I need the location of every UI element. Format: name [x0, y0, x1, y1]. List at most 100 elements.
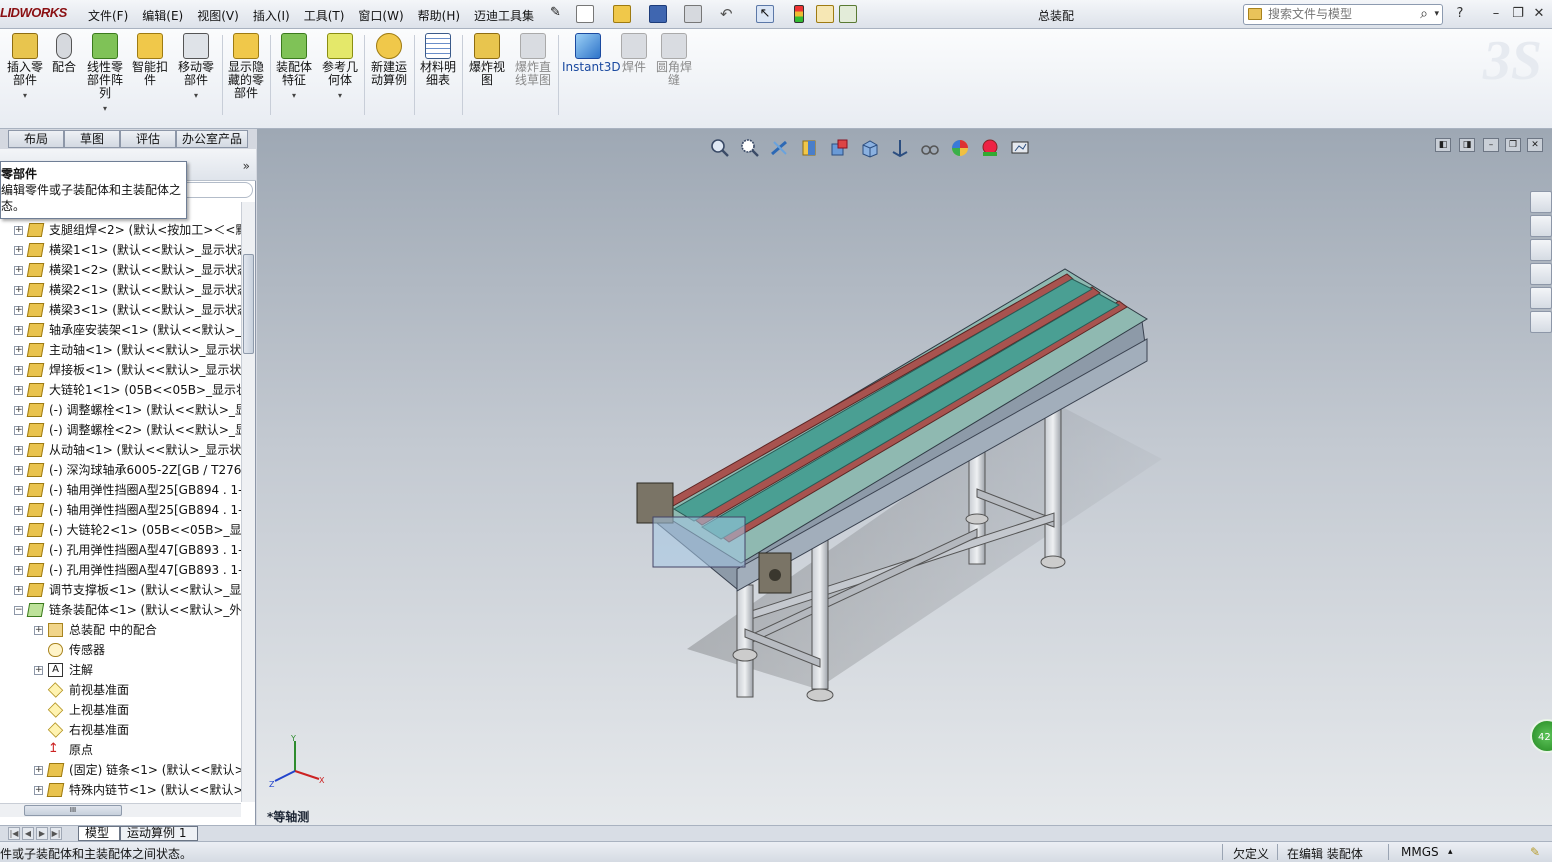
- tree-horizontal-scrollbar[interactable]: III: [0, 803, 241, 817]
- search-icon[interactable]: ⌕: [1420, 6, 1428, 22]
- expand-icon[interactable]: +: [14, 366, 23, 375]
- tree-item[interactable]: + (固定) 链条<1> (默认<<默认>_: [0, 760, 241, 780]
- tree-item[interactable]: + (-) 调整螺栓<1> (默认<<默认>_显: [0, 400, 241, 420]
- tree-item[interactable]: + (-) 轴用弹性挡圈A型25[GB894 . 1-: [0, 480, 241, 500]
- tab-last-icon[interactable]: ▶|: [50, 827, 62, 840]
- options-icon[interactable]: [839, 5, 857, 23]
- tree-item[interactable]: + 大链轮1<1> (05B<<05B>_显示状态: [0, 380, 241, 400]
- tree-item[interactable]: + A 注解: [0, 660, 241, 680]
- expand-icon[interactable]: +: [34, 666, 43, 675]
- expand-icon[interactable]: +: [14, 286, 23, 295]
- tree-item[interactable]: + 焊接板<1> (默认<<默认>_显示状态: [0, 360, 241, 380]
- undo-icon[interactable]: ↶: [720, 5, 738, 23]
- tree-item[interactable]: + 横梁2<1> (默认<<默认>_显示状态: [0, 280, 241, 300]
- expand-icon[interactable]: +: [14, 486, 23, 495]
- expand-icon[interactable]: +: [14, 226, 23, 235]
- exploded-view-button[interactable]: 爆炸视图: [466, 33, 508, 87]
- menu-file[interactable]: 文件(F): [88, 7, 128, 24]
- smart-fasteners-button[interactable]: 智能扣件: [132, 33, 168, 87]
- tab-first-icon[interactable]: |◀: [8, 827, 20, 840]
- linear-pattern-button[interactable]: 线性零部件阵列 ▾: [86, 33, 124, 115]
- tree-item[interactable]: + 调节支撑板<1> (默认<<默认>_显示: [0, 580, 241, 600]
- tree-item[interactable]: ↥ 原点: [0, 740, 241, 760]
- close-button[interactable]: ✕: [1530, 5, 1548, 23]
- expand-icon[interactable]: +: [14, 546, 23, 555]
- minimize-button[interactable]: –: [1487, 5, 1505, 23]
- mate-button[interactable]: 配合: [50, 33, 78, 74]
- expand-icon[interactable]: +: [14, 406, 23, 415]
- scrollbar-thumb[interactable]: [243, 254, 254, 354]
- tree-item[interactable]: + (-) 孔用弹性挡圈A型47[GB893 . 1-: [0, 560, 241, 580]
- tab-prev-icon[interactable]: ◀: [22, 827, 34, 840]
- tree-item[interactable]: + 横梁1<2> (默认<<默认>_显示状态: [0, 260, 241, 280]
- tab-office-products[interactable]: 办公室产品: [176, 130, 248, 148]
- tab-evaluate[interactable]: 评估: [120, 130, 176, 148]
- menu-help[interactable]: 帮助(H): [418, 7, 460, 24]
- search-input[interactable]: [1268, 7, 1418, 21]
- tree-item[interactable]: + (-) 轴用弹性挡圈A型25[GB894 . 1-: [0, 500, 241, 520]
- conveyor-3d-model[interactable]: [257, 129, 1552, 825]
- assembly-features-button[interactable]: 装配体特征 ▾: [274, 33, 314, 102]
- new-document-icon[interactable]: [576, 5, 594, 23]
- tab-layout[interactable]: 布局: [8, 130, 64, 148]
- menu-maidi-tools[interactable]: 迈迪工具集: [474, 7, 534, 24]
- menu-edit[interactable]: 编辑(E): [142, 7, 183, 24]
- menu-tools[interactable]: 工具(T): [304, 7, 345, 24]
- tree-item[interactable]: + 横梁1<1> (默认<<默认>_显示状态: [0, 240, 241, 260]
- tree-item[interactable]: + (-) 深沟球轴承6005-2Z[GB / T276-: [0, 460, 241, 480]
- chevron-down-icon[interactable]: ▾: [86, 102, 124, 115]
- collapse-icon[interactable]: −: [14, 606, 23, 615]
- expand-icon[interactable]: +: [34, 626, 43, 635]
- file-properties-icon[interactable]: [816, 5, 834, 23]
- tree-item[interactable]: − 链条装配体<1> (默认<<默认>_外观: [0, 600, 241, 620]
- expand-icon[interactable]: +: [14, 346, 23, 355]
- chevron-down-icon[interactable]: ▾: [4, 89, 46, 102]
- tree-item[interactable]: + 特殊内链节<1> (默认<<默认>_: [0, 780, 241, 800]
- expand-icon[interactable]: +: [14, 426, 23, 435]
- reference-geometry-button[interactable]: 参考几何体 ▾: [320, 33, 360, 102]
- open-folder-icon[interactable]: [613, 5, 631, 23]
- tree-item[interactable]: 右视基准面: [0, 720, 241, 740]
- new-motion-study-button[interactable]: 新建运动算例: [369, 33, 409, 87]
- tab-model[interactable]: 模型: [78, 826, 120, 841]
- tree-item[interactable]: + (-) 孔用弹性挡圈A型47[GB893 . 1-: [0, 540, 241, 560]
- tab-sketch[interactable]: 草图: [64, 130, 120, 148]
- tab-motion-study-1[interactable]: 运动算例 1: [120, 826, 198, 841]
- expand-icon[interactable]: +: [14, 326, 23, 335]
- rebuild-traffic-light-icon[interactable]: [794, 5, 804, 23]
- expand-icon[interactable]: +: [34, 766, 43, 775]
- tree-item[interactable]: + (-) 调整螺栓<2> (默认<<默认>_显: [0, 420, 241, 440]
- tree-item[interactable]: + 轴承座安装架<1> (默认<<默认>_显: [0, 320, 241, 340]
- expand-icon[interactable]: +: [14, 386, 23, 395]
- move-component-button[interactable]: 移动零部件 ▾: [176, 33, 216, 102]
- expand-icon[interactable]: +: [14, 506, 23, 515]
- menu-view[interactable]: 视图(V): [197, 7, 239, 24]
- expand-icon[interactable]: +: [14, 526, 23, 535]
- chevron-down-icon[interactable]: ▾: [1434, 9, 1439, 19]
- menu-window[interactable]: 窗口(W): [358, 7, 403, 24]
- tree-item[interactable]: 前视基准面: [0, 680, 241, 700]
- restore-button[interactable]: ❐: [1509, 5, 1527, 23]
- tree-item[interactable]: + 从动轴<1> (默认<<默认>_显示状态: [0, 440, 241, 460]
- chevron-down-icon[interactable]: ▾: [176, 89, 216, 102]
- expand-icon[interactable]: +: [14, 586, 23, 595]
- help-button[interactable]: ?: [1451, 5, 1469, 23]
- tree-item[interactable]: + 支腿组焊<2> (默认<按加工>＜<默: [0, 220, 241, 240]
- chevron-down-icon[interactable]: ▾: [320, 89, 360, 102]
- tree-item[interactable]: + (-) 大链轮2<1> (05B<<05B>_显示: [0, 520, 241, 540]
- print-icon[interactable]: [684, 5, 702, 23]
- tooltip-toggle-icon[interactable]: ✎: [1530, 845, 1540, 859]
- expand-icon[interactable]: +: [14, 246, 23, 255]
- expand-icon[interactable]: +: [14, 466, 23, 475]
- expand-icon[interactable]: +: [14, 566, 23, 575]
- menu-insert[interactable]: 插入(I): [253, 7, 290, 24]
- expand-icon[interactable]: +: [14, 266, 23, 275]
- bom-button[interactable]: 材料明细表: [418, 33, 458, 87]
- save-icon[interactable]: [649, 5, 667, 23]
- expand-icon[interactable]: +: [14, 446, 23, 455]
- chevron-down-icon[interactable]: ▾: [274, 89, 314, 102]
- instant3d-button[interactable]: Instant3D: [562, 33, 621, 74]
- tree-item[interactable]: 上视基准面: [0, 700, 241, 720]
- tree-item[interactable]: + 总装配 中的配合: [0, 620, 241, 640]
- tree-vertical-scrollbar[interactable]: [241, 202, 255, 802]
